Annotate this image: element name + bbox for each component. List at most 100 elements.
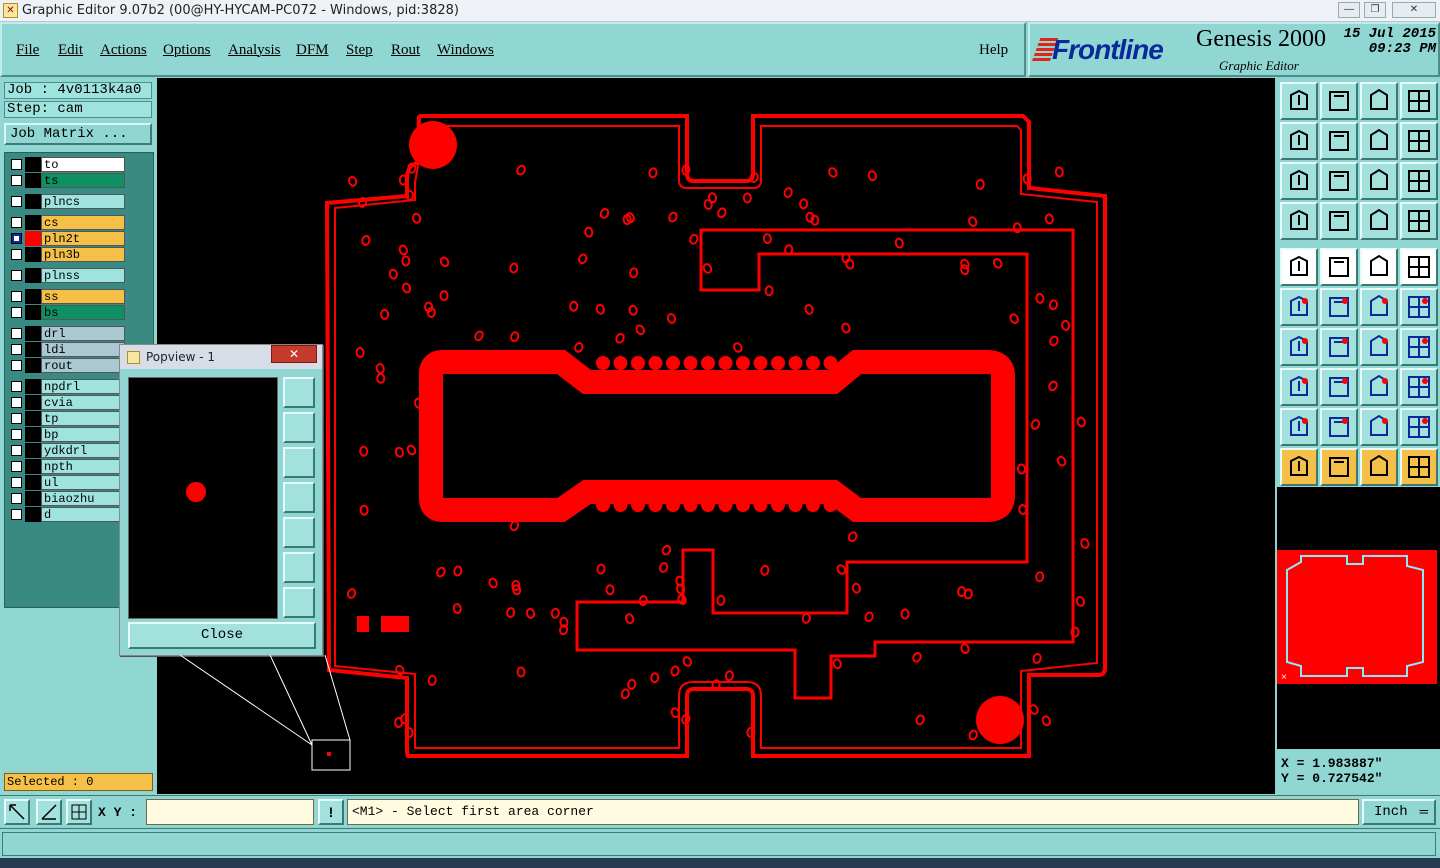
line-to-pad-button[interactable] [1360,288,1398,326]
break-button[interactable] [1320,368,1358,406]
popview-close-button[interactable]: Close [128,622,316,649]
ruler-button[interactable] [1360,248,1398,286]
menu-help[interactable]: Help [979,42,1008,59]
maximize-button[interactable]: ❐ [1364,2,1386,18]
layer-name[interactable]: bs [41,305,125,320]
triangle-top-button[interactable] [1360,408,1398,446]
zoom-area-button[interactable] [4,799,30,825]
layer-row-ts[interactable]: ts [7,173,127,188]
connect-button[interactable] [1280,288,1318,326]
layer-checkbox[interactable] [11,445,22,456]
menu-options[interactable]: Options [163,42,211,59]
minimize-button[interactable]: — [1338,2,1360,18]
line-button[interactable] [1320,328,1358,366]
layer-name[interactable]: tp [41,411,125,426]
layer-checkbox[interactable] [11,233,22,244]
layer-checkbox[interactable] [11,397,22,408]
home-button[interactable] [1360,82,1398,120]
one-to-two-button[interactable] [1360,162,1398,200]
layer-row-ss[interactable]: ss [7,289,127,304]
xy-input[interactable] [146,799,314,825]
move-left-button[interactable] [1280,122,1318,160]
job-matrix-button[interactable]: Job Matrix ... [4,123,152,145]
open-job-button[interactable] [1280,82,1318,120]
menu-edit[interactable]: Edit [58,42,83,59]
popview-pan-down-button[interactable] [283,447,315,478]
layer-row-d[interactable]: d [7,507,127,522]
select-pad-button[interactable] [1280,368,1318,406]
layer-row-tp[interactable]: tp [7,411,127,426]
layer-name[interactable]: ts [41,173,125,188]
route-pointer-button[interactable] [1400,448,1438,486]
layer-checkbox[interactable] [11,217,22,228]
layer-name[interactable]: ul [41,475,125,490]
layer-row-bs[interactable]: bs [7,305,127,320]
menu-dfm[interactable]: DFM [296,42,329,59]
layer-row-npth[interactable]: npth [7,459,127,474]
rotate-pointer-button[interactable] [1360,448,1398,486]
layer-checkbox[interactable] [11,159,22,170]
distance-button[interactable] [1360,368,1398,406]
redo-button[interactable] [1400,122,1438,160]
popview-fit-button[interactable] [283,552,315,583]
layer-row-plnss[interactable]: plnss [7,268,127,283]
layer-name[interactable]: bp [41,427,125,442]
popview-close-icon[interactable]: ✕ [271,345,317,363]
layer-checkbox[interactable] [11,461,22,472]
popview-pan-right-button[interactable] [283,517,315,548]
menu-step[interactable]: Step [346,42,373,59]
layer-name[interactable]: pln3b [41,247,125,262]
measure-button[interactable] [1280,202,1318,240]
layer-row-ldi[interactable]: ldi [7,342,127,357]
angle-button[interactable] [1280,328,1318,366]
layer-name[interactable]: to [41,157,125,172]
snap-angle-button[interactable] [36,799,62,825]
menu-rout[interactable]: Rout [391,42,420,59]
popview-pan-left-button[interactable] [283,482,315,513]
layer-name[interactable]: pln2t [41,231,125,246]
triangle-button[interactable] [1280,408,1318,446]
layer-row-bp[interactable]: bp [7,427,127,442]
layer-row-pln2t[interactable]: pln2t [7,231,127,246]
layer-row-plncs[interactable]: plncs [7,194,127,209]
window-layout-button[interactable] [1400,82,1438,120]
layer-name[interactable]: d [41,507,125,522]
layer-checkbox[interactable] [11,328,22,339]
layer-name[interactable]: rout [41,358,125,373]
undo-button[interactable] [1360,122,1398,160]
layer-checkbox[interactable] [11,249,22,260]
menu-windows[interactable]: Windows [437,42,494,59]
layer-checkbox[interactable] [11,175,22,186]
layer-checkbox[interactable] [11,413,22,424]
layer-row-biaozhu[interactable]: biaozhu [7,491,127,506]
layer-row-drl[interactable]: drl [7,326,127,341]
layer-checkbox[interactable] [11,344,22,355]
layer-row-npdrl[interactable]: npdrl [7,379,127,394]
layer-compare-button[interactable] [1360,202,1398,240]
layer-name[interactable]: ss [41,289,125,304]
layer-checkbox[interactable] [11,360,22,371]
popview-canvas[interactable] [128,377,278,619]
fit-button[interactable] [1280,162,1318,200]
help-button[interactable] [1400,162,1438,200]
menu-file[interactable]: File [16,42,39,59]
layer-checkbox[interactable] [11,196,22,207]
layer-row-to[interactable]: to [7,157,127,172]
layer-name[interactable]: plncs [41,194,125,209]
layer-checkbox[interactable] [11,270,22,281]
grid-button[interactable] [1320,202,1358,240]
layer-name[interactable]: ldi [41,342,125,357]
triangle-fill-button[interactable] [1400,408,1438,446]
layer-name[interactable]: ydkdrl [41,443,125,458]
layer-name[interactable]: cvia [41,395,125,410]
layer-checkbox[interactable] [11,291,22,302]
close-window-button[interactable]: ✕ [1392,2,1436,18]
layer-row-cs[interactable]: cs [7,215,127,230]
layer-row-ydkdrl[interactable]: ydkdrl [7,443,127,458]
flip-button[interactable] [1400,328,1438,366]
layer-checkbox[interactable] [11,381,22,392]
layer-checkbox[interactable] [11,307,22,318]
layer-name[interactable]: biaozhu [41,491,125,506]
layer-checkbox[interactable] [11,429,22,440]
layer-checkbox[interactable] [11,477,22,488]
